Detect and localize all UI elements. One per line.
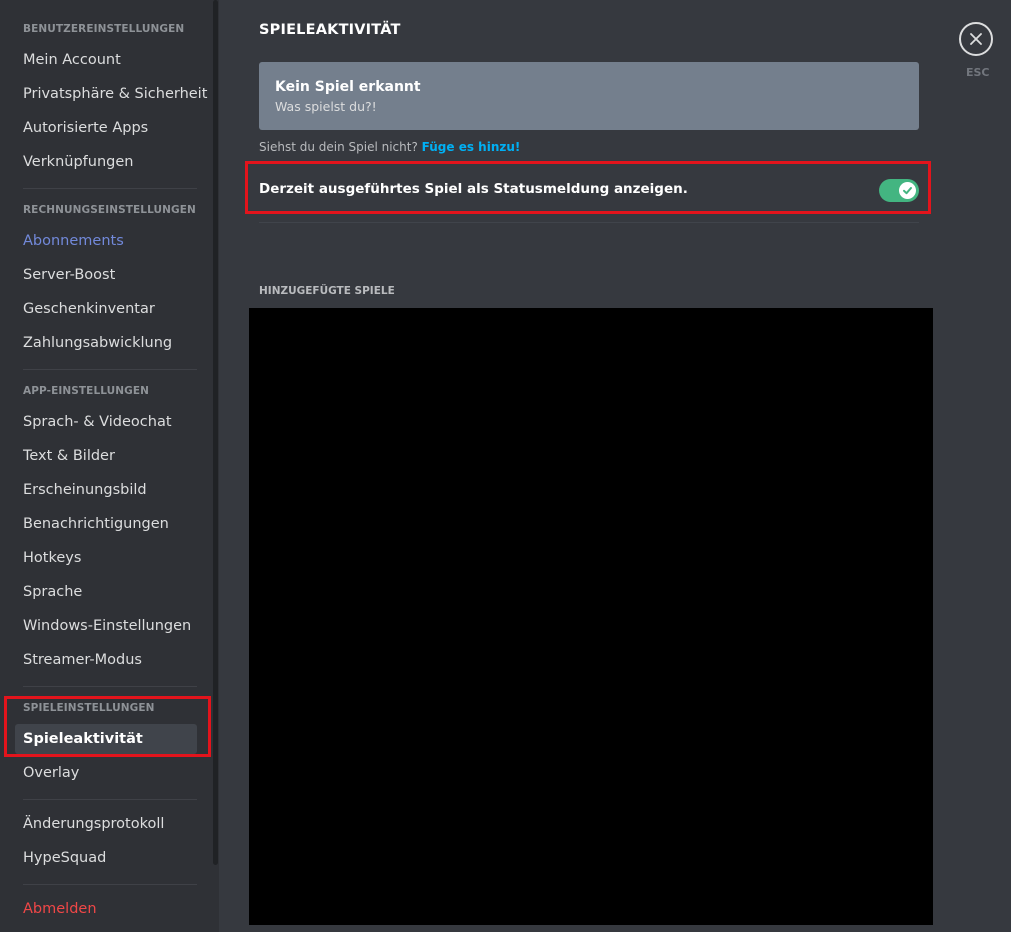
- content-divider: [259, 222, 919, 223]
- sidebar-item-streamer-mode[interactable]: Streamer-Modus: [15, 645, 197, 675]
- missing-game-prompt: Siehst du dein Spiel nicht? Füge es hinz…: [259, 140, 520, 154]
- sidebar-divider: [23, 369, 197, 370]
- highlight-game-settings: [4, 696, 211, 757]
- sidebar-item-subscriptions[interactable]: Abonnements: [15, 226, 197, 256]
- sidebar-divider: [23, 799, 197, 800]
- sidebar-item-language[interactable]: Sprache: [15, 577, 197, 607]
- logout-button[interactable]: Abmelden: [15, 894, 197, 924]
- detected-game-title: Kein Spiel erkannt: [275, 79, 421, 95]
- detected-game-card: Kein Spiel erkannt Was spielst du?!: [259, 62, 919, 130]
- sidebar-divider: [23, 884, 197, 885]
- close-icon: [970, 33, 982, 45]
- sidebar-item-hypesquad[interactable]: HypeSquad: [15, 843, 197, 873]
- add-game-link[interactable]: Füge es hinzu!: [422, 140, 521, 154]
- sidebar-item-authorized-apps[interactable]: Autorisierte Apps: [15, 113, 197, 143]
- sidebar-item-privacy-safety[interactable]: Privatsphäre & Sicherheit: [15, 79, 207, 109]
- sidebar-item-text-images[interactable]: Text & Bilder: [15, 441, 197, 471]
- added-games-list: [249, 308, 933, 925]
- sidebar-item-billing[interactable]: Zahlungsabwicklung: [15, 328, 197, 358]
- sidebar-divider: [23, 188, 197, 189]
- sidebar-divider: [23, 686, 197, 687]
- added-games-header: HINZUGEFÜGTE SPIELE: [259, 285, 395, 297]
- sidebar-item-my-account[interactable]: Mein Account: [15, 45, 197, 75]
- status-toggle-switch[interactable]: [879, 179, 919, 202]
- toggle-knob: [899, 182, 916, 199]
- settings-sidebar: BENUTZEREINSTELLUNGEN Mein Account Priva…: [0, 0, 219, 932]
- sidebar-item-server-boost[interactable]: Server-Boost: [15, 260, 197, 290]
- missing-game-text: Siehst du dein Spiel nicht?: [259, 140, 418, 154]
- sidebar-item-changelog[interactable]: Änderungsprotokoll: [15, 809, 197, 839]
- sidebar-item-windows-settings[interactable]: Windows-Einstellungen: [15, 611, 197, 641]
- section-header-billing-settings: RECHNUNGSEINSTELLUNGEN: [23, 204, 196, 216]
- sidebar-scrollbar[interactable]: [213, 0, 218, 865]
- sidebar-item-connections[interactable]: Verknüpfungen: [15, 147, 197, 177]
- esc-label: ESC: [966, 66, 990, 79]
- section-header-user-settings: BENUTZEREINSTELLUNGEN: [23, 23, 185, 35]
- status-toggle-label: Derzeit ausgeführtes Spiel als Statusmel…: [259, 181, 688, 197]
- close-settings-button[interactable]: [959, 22, 993, 56]
- sidebar-item-gift-inventory[interactable]: Geschenkinventar: [15, 294, 197, 324]
- detected-game-subtitle: Was spielst du?!: [275, 99, 377, 114]
- sidebar-item-notifications[interactable]: Benachrichtigungen: [15, 509, 197, 539]
- page-title: SPIELEAKTIVITÄT: [259, 22, 401, 38]
- section-header-app-settings: APP-EINSTELLUNGEN: [23, 385, 150, 397]
- sidebar-item-voice-video[interactable]: Sprach- & Videochat: [15, 407, 197, 437]
- sidebar-item-overlay[interactable]: Overlay: [15, 758, 197, 788]
- sidebar-item-hotkeys[interactable]: Hotkeys: [15, 543, 197, 573]
- sidebar-item-appearance[interactable]: Erscheinungsbild: [15, 475, 197, 505]
- checkmark-icon: [903, 187, 912, 195]
